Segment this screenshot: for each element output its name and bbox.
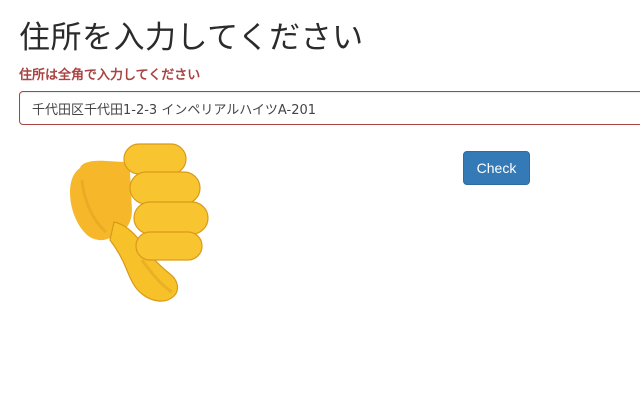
finger-3 — [133, 201, 209, 235]
finger-2 — [129, 171, 201, 205]
validation-error-message: 住所は全角で入力してください — [19, 68, 201, 83]
address-form-page: 住所を入力してください 住所は全角で入力してください Check — [0, 0, 640, 400]
check-button[interactable]: Check — [463, 151, 530, 185]
thumbs-down-icon — [70, 143, 209, 302]
address-input[interactable] — [19, 91, 640, 125]
page-title: 住所を入力してください — [19, 20, 364, 56]
finger-4 — [135, 231, 203, 261]
finger-1 — [123, 143, 187, 175]
